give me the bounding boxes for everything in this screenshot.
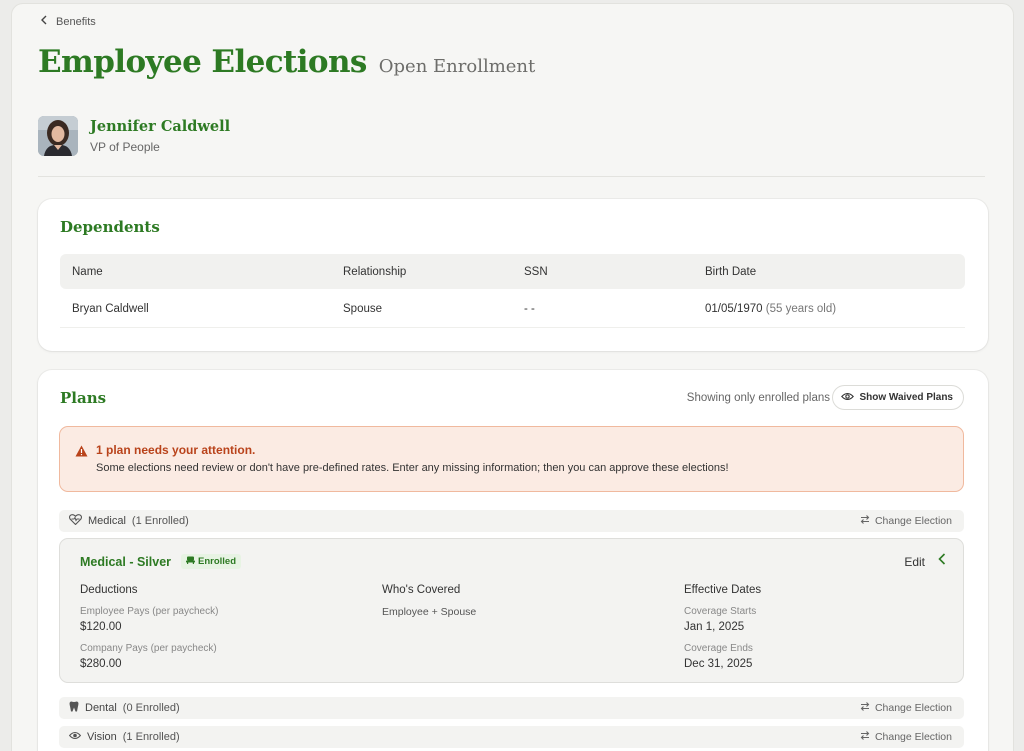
dependents-table-header: Name Relationship SSN Birth Date: [60, 254, 965, 289]
birth-date-value: 01/05/1970: [705, 303, 763, 315]
dependents-title: Dependents: [60, 218, 160, 236]
breadcrumb[interactable]: Benefits: [40, 15, 96, 28]
eye-icon: [68, 731, 82, 743]
eye-icon: [841, 392, 855, 404]
chevron-left-icon: [40, 15, 48, 28]
coverage-starts-label: Coverage Starts: [684, 606, 757, 617]
showing-text: Showing only enrolled plans: [686, 392, 830, 404]
deductions-heading: Deductions: [80, 584, 138, 596]
page-title: Employee Elections: [38, 44, 367, 80]
show-waived-plans-button[interactable]: Show Waived Plans: [832, 385, 964, 410]
swap-icon: [860, 731, 870, 743]
employee-name: Jennifer Caldwell: [90, 118, 231, 135]
category-name: Dental: [85, 702, 117, 714]
plan-name: Medical - Silver: [80, 555, 172, 569]
company-pays-label: Company Pays (per paycheck): [80, 643, 217, 654]
employee-header: Jennifer Caldwell VP of People: [38, 116, 230, 156]
whos-covered-heading: Who's Covered: [382, 584, 461, 596]
chevron-left-icon: [938, 552, 946, 568]
company-pays-value: $280.00: [80, 658, 122, 670]
column-header-relationship: Relationship: [343, 265, 407, 278]
swap-icon: [860, 702, 870, 714]
column-header-ssn: SSN: [524, 265, 548, 278]
employee-pays-label: Employee Pays (per paycheck): [80, 606, 219, 617]
coverage-ends-value: Dec 31, 2025: [684, 658, 753, 670]
change-election-button[interactable]: Change Election: [860, 702, 952, 714]
dates-column: Effective Dates Coverage Starts Jan 1, 2…: [684, 584, 761, 670]
change-election-button[interactable]: Change Election: [860, 515, 952, 527]
category-vision[interactable]: Vision (1 Enrolled) Change Election: [59, 726, 964, 748]
category-count: (0 Enrolled): [122, 702, 180, 714]
coverage-column: Who's Covered Employee + Spouse: [382, 584, 476, 618]
page-subtitle: Open Enrollment: [378, 56, 536, 77]
category-name: Vision: [87, 731, 117, 743]
heart-pulse-icon: [68, 514, 83, 528]
whos-covered-value: Employee + Spouse: [382, 606, 477, 618]
change-election-button[interactable]: Change Election: [860, 731, 952, 743]
warning-icon: [75, 444, 88, 462]
badge-label: Enrolled: [198, 556, 237, 567]
dependent-relationship: Spouse: [343, 303, 383, 315]
seat-icon: [186, 556, 195, 567]
effective-dates-heading: Effective Dates: [684, 584, 762, 596]
employee-pays-value: $120.00: [80, 621, 122, 633]
coverage-starts-value: Jan 1, 2025: [684, 621, 745, 633]
change-election-label: Change Election: [874, 702, 952, 714]
show-waived-plans-label: Show Waived Plans: [859, 392, 953, 403]
page-header: Employee Elections Open Enrollment: [38, 44, 535, 80]
category-medical[interactable]: Medical (1 Enrolled) Change Election: [59, 510, 964, 532]
page-container: Benefits Employee Elections Open Enrollm…: [11, 3, 1014, 751]
category-dental[interactable]: Dental (0 Enrolled) Change Election: [59, 697, 964, 719]
category-name: Medical: [88, 515, 126, 527]
status-badge: Enrolled: [181, 554, 242, 569]
breadcrumb-label: Benefits: [56, 15, 96, 28]
table-row[interactable]: Bryan Caldwell Spouse - - 01/05/1970 (55…: [60, 291, 965, 328]
plans-title: Plans: [60, 389, 107, 407]
dependent-age: (55 years old): [765, 303, 837, 315]
coverage-ends-label: Coverage Ends: [684, 643, 753, 654]
divider: [38, 176, 985, 177]
alert-body: Some elections need review or don't have…: [96, 462, 729, 474]
plans-card: Plans Showing only enrolled plans Show W…: [38, 370, 988, 751]
column-header-birth-date: Birth Date: [705, 265, 757, 278]
alert-title: 1 plan needs your attention.: [96, 443, 256, 457]
deductions-column: Deductions Employee Pays (per paycheck) …: [80, 584, 218, 670]
change-election-label: Change Election: [874, 515, 952, 527]
dependent-name: Bryan Caldwell: [72, 303, 149, 315]
change-election-label: Change Election: [874, 731, 952, 743]
swap-icon: [860, 515, 870, 527]
category-count: (1 Enrolled): [131, 515, 189, 527]
tooth-icon: [69, 701, 79, 715]
avatar: [38, 116, 78, 156]
medical-plan-card: Medical - Silver Enrolled Edit Deduction…: [59, 538, 964, 683]
collapse-button[interactable]: [938, 552, 946, 568]
category-count: (1 Enrolled): [122, 731, 180, 743]
edit-button[interactable]: Edit: [904, 555, 925, 569]
employee-role: VP of People: [90, 140, 160, 154]
dependent-ssn: - -: [524, 303, 535, 315]
dependent-birth-date: 01/05/1970 (55 years old): [705, 303, 836, 315]
attention-alert: 1 plan needs your attention. Some electi…: [59, 426, 964, 492]
column-header-name: Name: [72, 265, 103, 278]
dependents-card: Dependents Name Relationship SSN Birth D…: [38, 199, 988, 351]
